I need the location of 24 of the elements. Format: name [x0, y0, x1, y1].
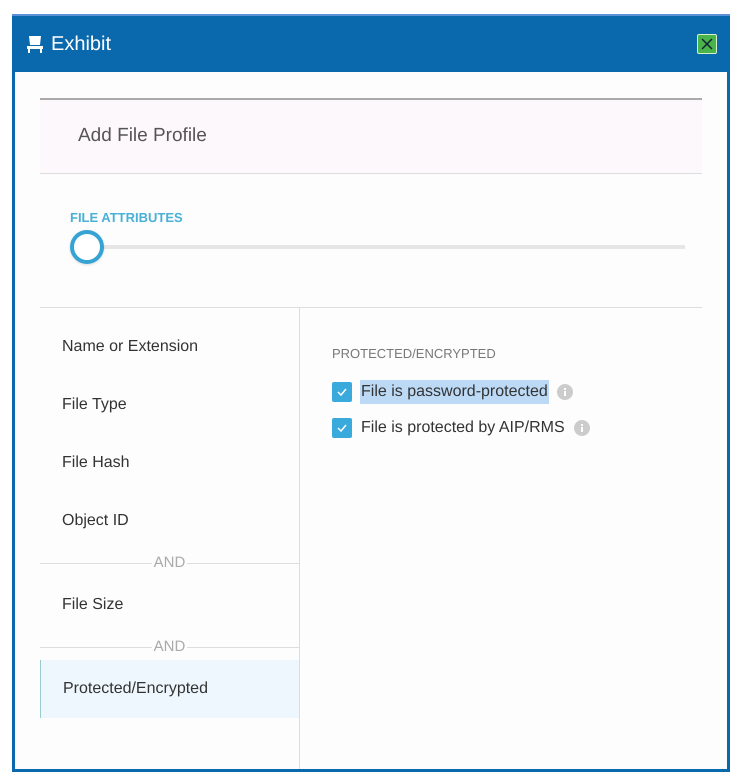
window-title: Exhibit: [51, 32, 112, 57]
and-separator: AND: [152, 552, 186, 573]
sidebar-item[interactable]: File Size: [40, 576, 299, 634]
option-label: File is password-protected: [360, 380, 549, 404]
check-icon: [336, 422, 348, 434]
slider-thumb[interactable]: [70, 230, 104, 264]
sidebar-item[interactable]: Protected/Encrypted: [40, 660, 299, 718]
chair-icon: [25, 34, 45, 54]
info-icon[interactable]: [574, 420, 590, 436]
check-icon: [336, 386, 348, 398]
sidebar-item[interactable]: Object ID: [40, 492, 299, 550]
checkbox[interactable]: [332, 418, 352, 438]
sidebar-item[interactable]: Name or Extension: [40, 318, 299, 376]
expand-button[interactable]: [697, 34, 717, 54]
and-separator: AND: [152, 636, 186, 657]
sidebar-item[interactable]: File Type: [40, 376, 299, 434]
x-icon: [701, 38, 713, 50]
option-label: File is protected by AIP/RMS: [360, 418, 566, 438]
slider-label: FILE ATTRIBUTES: [70, 209, 184, 227]
checkbox[interactable]: [332, 382, 352, 402]
sidebar-item[interactable]: File Hash: [40, 434, 299, 492]
header-title: Add File Profile: [78, 124, 207, 148]
section-title: PROTECTED/ENCRYPTED: [332, 345, 497, 363]
info-icon[interactable]: [556, 384, 573, 400]
